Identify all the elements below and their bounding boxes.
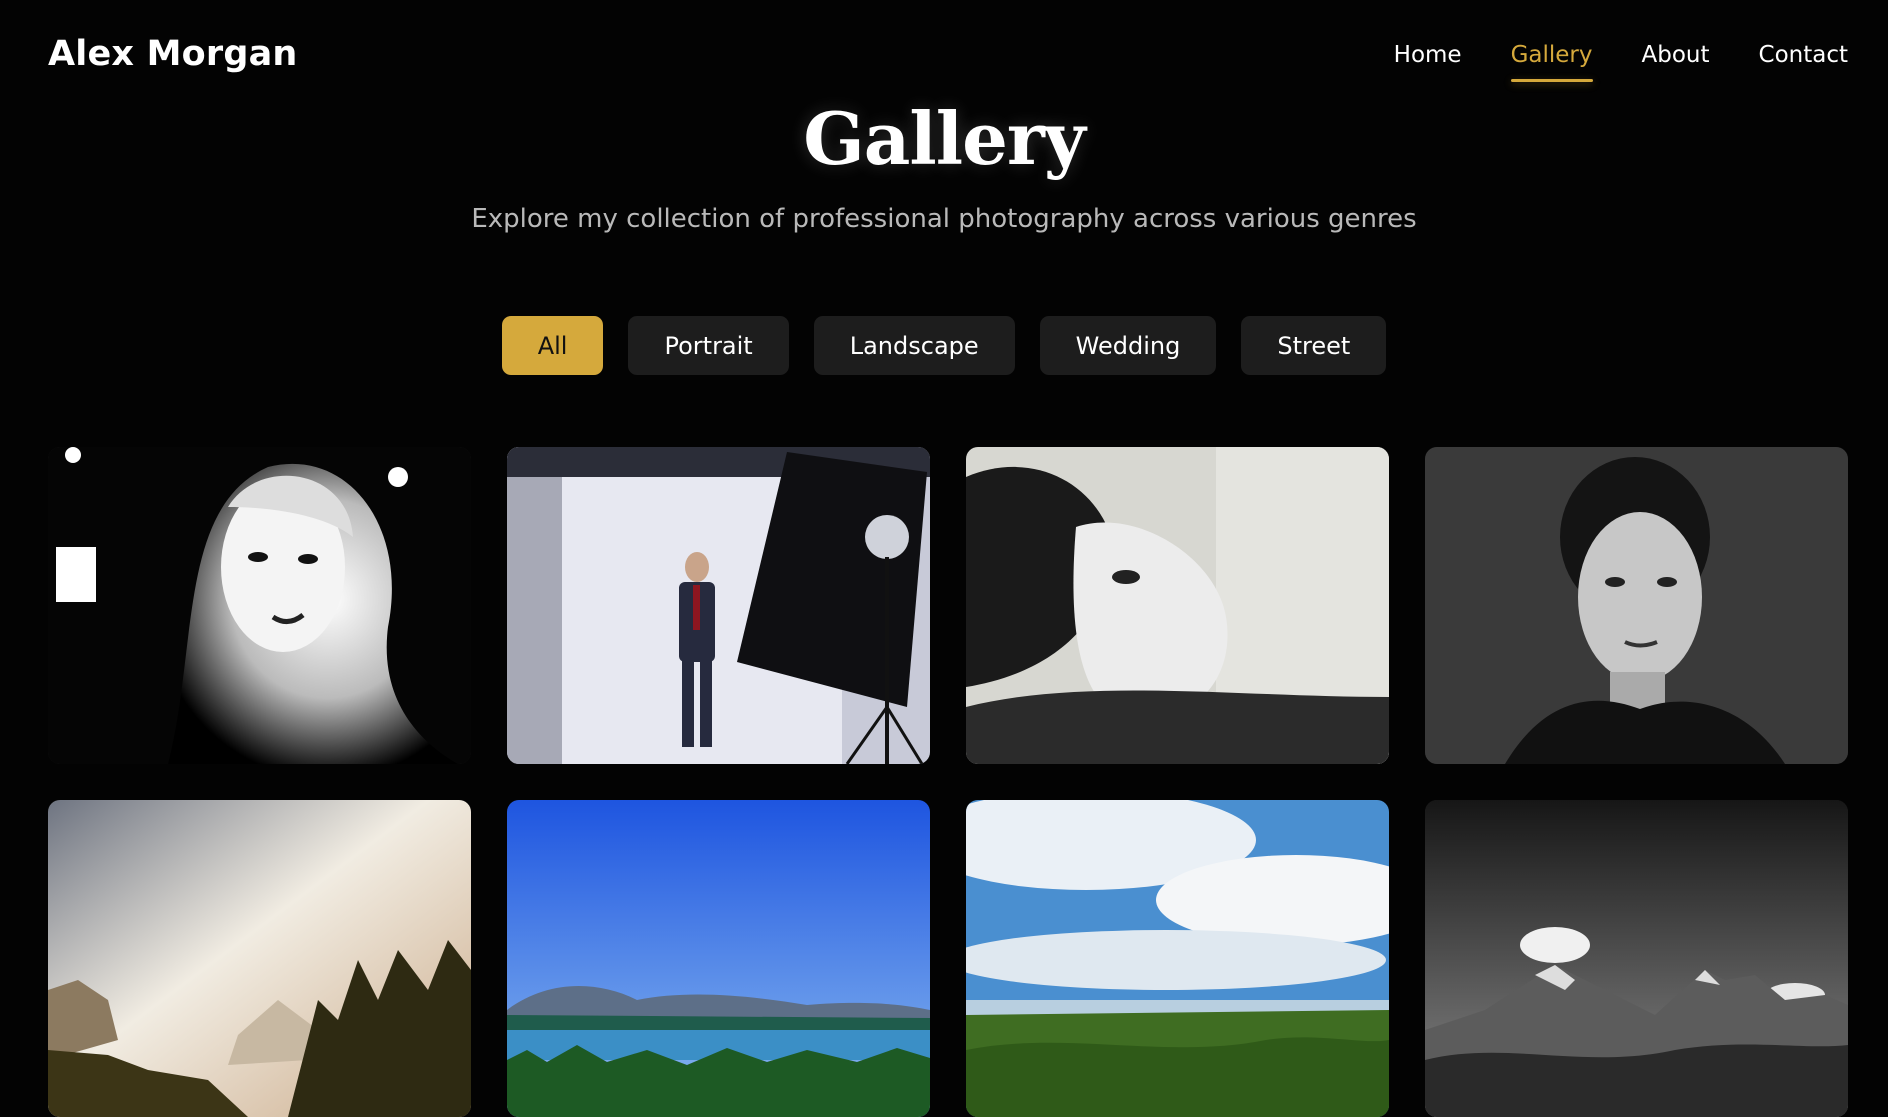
filter-bar: All Portrait Landscape Wedding Street [0,316,1888,375]
page-title: Gallery [803,96,1085,181]
filter-street-button[interactable]: Street [1241,316,1387,375]
gallery-grid [48,447,1848,1117]
gallery-image-portrait-woman-dark[interactable] [1425,447,1848,764]
gallery-image-landscape-lake[interactable] [507,800,930,1117]
filter-wedding-button[interactable]: Wedding [1039,316,1217,375]
gallery-image-landscape-valley[interactable] [966,800,1389,1117]
page-subtitle: Explore my collection of professional ph… [471,204,1417,234]
gallery-image-landscape-trees[interactable] [48,800,471,1117]
gallery-image-landscape-mountains[interactable] [1425,800,1848,1117]
brand-logo[interactable]: Alex Morgan [48,34,298,74]
gallery-image-portrait-woman-bw[interactable] [48,447,471,764]
gallery-image-portrait-studio-man[interactable] [507,447,930,764]
gallery-image-portrait-young-man[interactable] [966,447,1389,764]
filter-all-button[interactable]: All [501,316,604,375]
filter-landscape-button[interactable]: Landscape [813,316,1015,375]
filter-portrait-button[interactable]: Portrait [628,316,789,375]
